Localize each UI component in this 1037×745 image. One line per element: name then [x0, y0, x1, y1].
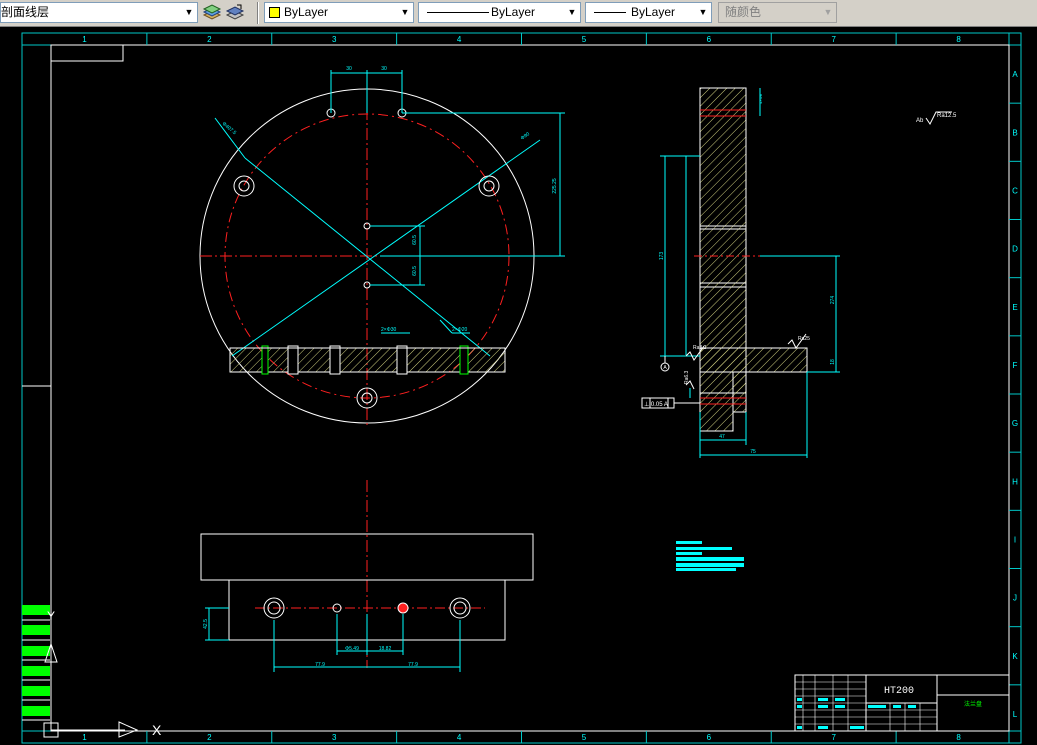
linetype-dropdown[interactable]: ByLayer ▼: [418, 2, 581, 23]
grid-row-label: E: [1012, 303, 1017, 312]
drawing-canvas[interactable]: 1 2 3 4 5 6 7 8 1 2 3 4 5 6 7 8 A B C D E F G H I J K L 30 30 225…: [0, 27, 1037, 745]
svg-text:Ra6.3: Ra6.3: [684, 370, 690, 384]
grid-column-label: 7: [831, 733, 836, 742]
svg-text:Ra3.2: Ra3.2: [693, 345, 707, 351]
dim-side-274: 274: [830, 296, 836, 305]
dim-bottom-center-left: Φ5.49: [345, 646, 359, 652]
toolbar-separator: [257, 2, 259, 24]
dim-side-173: 173: [659, 252, 665, 261]
grid-column-label: 2: [207, 35, 212, 44]
plotstyle-dropdown: 随颜色 ▼: [718, 2, 837, 23]
color-swatch-icon: [269, 7, 280, 18]
dim-hole-left: 2×Φ30: [381, 327, 396, 333]
dim-bottom-left: 77.9: [315, 662, 325, 668]
grid-row-label: A: [1012, 70, 1018, 79]
grid-row-label: B: [1012, 128, 1017, 137]
chevron-down-icon: ▼: [823, 7, 833, 17]
grid-column-label: 3: [332, 35, 337, 44]
chevron-down-icon[interactable]: ▼: [399, 6, 411, 19]
grid-column-label: 6: [707, 733, 712, 742]
dim-side-18: 18: [830, 359, 836, 365]
svg-text:X: X: [152, 722, 162, 738]
dim-right-vertical: 225.25: [552, 178, 558, 194]
linetype-dropdown-value: ByLayer: [491, 5, 536, 19]
color-dropdown-value: ByLayer: [284, 5, 329, 19]
svg-text:Y: Y: [47, 609, 55, 623]
dim-top-right: 30: [381, 66, 387, 72]
grid-row-label: F: [1013, 361, 1018, 370]
lineweight-dropdown[interactable]: ByLayer ▼: [585, 2, 712, 23]
grid-row-label: C: [1012, 186, 1018, 195]
layer-dropdown-value: 剖面线层: [1, 5, 50, 19]
lineweight-sample-icon: [594, 12, 626, 13]
svg-text:Ra12.5: Ra12.5: [937, 113, 957, 119]
grid-column-label: 4: [457, 35, 462, 44]
layer-dropdown[interactable]: 剖面线层 ▼: [0, 2, 198, 23]
grid-row-label: K: [1012, 652, 1018, 661]
dim-bottom-right: 77.9: [408, 662, 418, 668]
grid-column-label: 7: [831, 35, 836, 44]
dim-bottom-center-right: 18.82: [379, 646, 392, 652]
grid-column-label: 2: [207, 733, 212, 742]
grid-column-label: 4: [457, 733, 462, 742]
grid-column-label: 1: [82, 733, 87, 742]
material-label: HT200: [884, 686, 914, 697]
bottom-hole-3: [397, 602, 409, 614]
dim-center-lower: 60.5: [412, 266, 418, 276]
dim-bottom-height: 42.5: [203, 619, 209, 629]
plotstyle-dropdown-value: 随颜色: [725, 5, 762, 19]
grid-column-label: 5: [582, 733, 587, 742]
part-name-label: 法兰盘: [964, 700, 982, 708]
grid-row-label: L: [1013, 710, 1018, 719]
grid-row-label: H: [1012, 477, 1018, 486]
grid-row-label: J: [1013, 594, 1017, 603]
dim-hole-right: 2×Φ20: [452, 327, 467, 333]
properties-toolbar: 剖面线层 ▼ ByLayer ▼ ByLayer ▼ ByLayer ▼ 随颜色…: [0, 0, 1037, 27]
dim-top-left: 30: [346, 66, 352, 72]
grid-column-label: 8: [956, 35, 961, 44]
linetype-sample-icon: [427, 12, 489, 13]
grid-column-label: 1: [82, 35, 87, 44]
grid-row-label: G: [1012, 419, 1018, 428]
dim-side-75: 75: [750, 449, 756, 455]
dim-center-upper: 60.5: [412, 235, 418, 245]
grid-row-label: I: [1014, 535, 1016, 544]
chevron-down-icon[interactable]: ▼: [697, 6, 709, 19]
lineweight-dropdown-value: ByLayer: [631, 5, 676, 19]
svg-text:Ab: Ab: [916, 118, 924, 124]
chevron-down-icon[interactable]: ▼: [183, 6, 195, 19]
dim-side-47: 47: [719, 434, 725, 440]
dim-side-small: 4×Φ8: [758, 93, 763, 104]
grid-column-label: 6: [707, 35, 712, 44]
grid-column-label: 8: [956, 733, 961, 742]
grid-column-label: 5: [582, 35, 587, 44]
svg-text:⊥ 0.05 A: ⊥ 0.05 A: [644, 401, 668, 408]
svg-text:Ra25: Ra25: [798, 336, 810, 342]
layer-previous-icon[interactable]: [225, 3, 245, 23]
chevron-down-icon[interactable]: ▼: [566, 6, 578, 19]
section-strip: [229, 345, 506, 375]
grid-column-label: 3: [332, 733, 337, 742]
grid-row-label: D: [1012, 245, 1018, 254]
make-layer-current-icon[interactable]: [202, 3, 222, 23]
color-dropdown[interactable]: ByLayer ▼: [264, 2, 414, 23]
